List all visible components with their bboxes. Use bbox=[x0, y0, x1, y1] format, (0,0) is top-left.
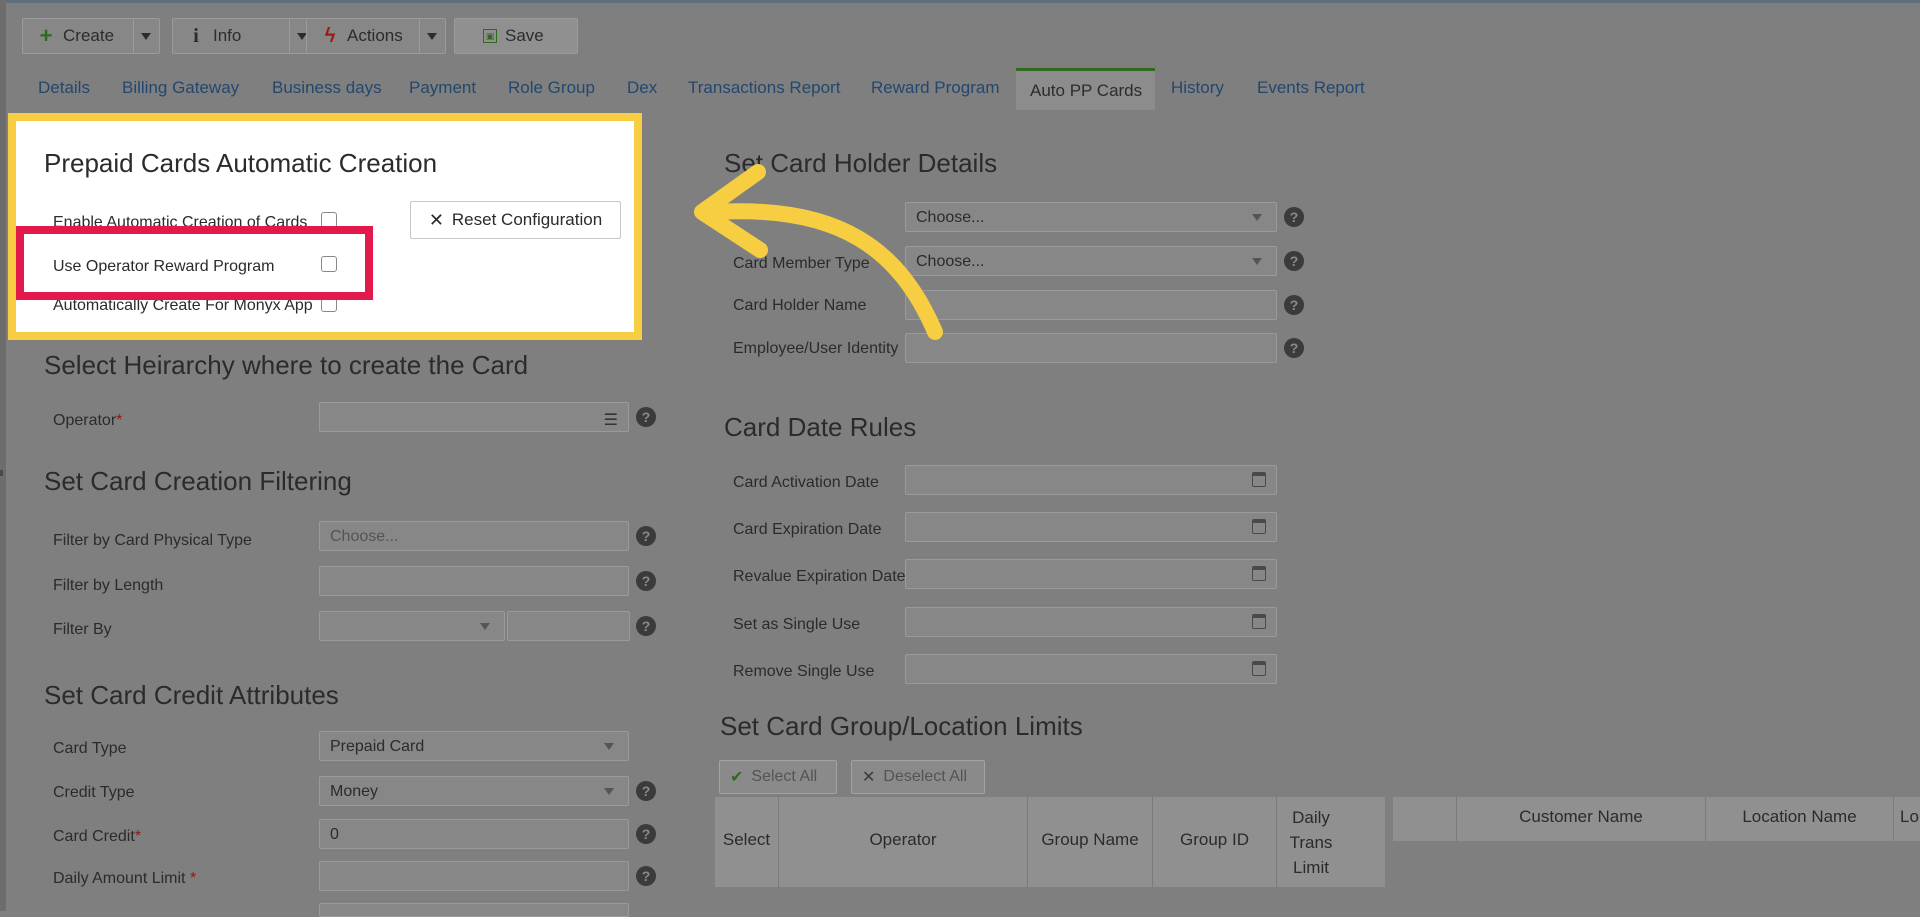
callout-arrow bbox=[694, 164, 943, 340]
